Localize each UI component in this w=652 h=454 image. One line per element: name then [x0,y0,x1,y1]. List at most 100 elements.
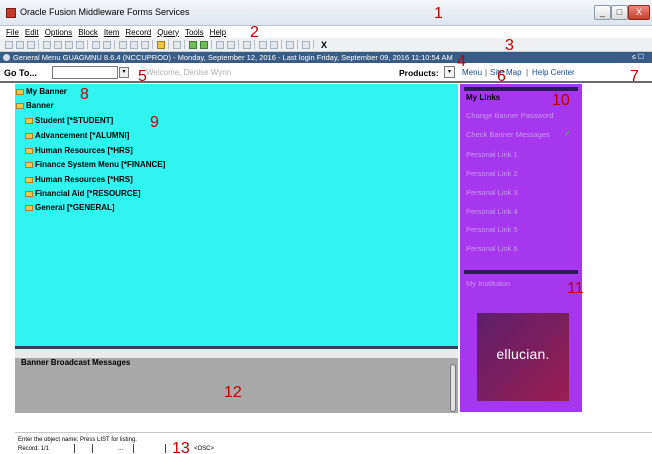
menu-edit[interactable]: Edit [25,28,39,37]
print-icon[interactable] [27,40,35,49]
menu-tree-panel: My Banner Banner Student [*STUDENT] Adva… [15,84,458,346]
form-icon [3,54,10,61]
personal-link-2[interactable]: Personal Link 2 [466,169,518,178]
annotation-number: 3 [505,37,514,54]
annotation-number: 1 [434,5,443,22]
annotation-number: 6 [497,68,506,85]
institution-bar [464,270,578,274]
form-window-controls[interactable]: ≤ ☐ [632,53,644,61]
folder-icon [16,102,24,109]
annotation-number: 13 [172,440,190,454]
menu-file[interactable]: File [6,28,19,37]
search-icon[interactable] [216,40,224,49]
tree-node-human-resources-2[interactable]: Human Resources [*HRS] [25,175,133,184]
annotation-number: 2 [250,24,259,41]
toolbar-divider [254,40,255,49]
duplicate-icon[interactable] [227,40,235,49]
flag-icon[interactable] [270,40,278,49]
tree-node-banner[interactable]: Banner [16,101,54,110]
menu-help[interactable]: Help [210,28,226,37]
personal-link-1[interactable]: Personal Link 1 [466,150,518,159]
folder-icon [25,190,33,197]
left-margin [0,84,15,454]
folder-icon [25,117,33,124]
form-title: General Menu GUAGMNU 8.6.4 (NCCUPROD) - … [13,53,453,62]
maximize-button[interactable]: □ [611,5,628,20]
options-icon[interactable] [157,40,165,49]
broadcast-header [15,349,458,358]
tree-node-label: Banner [26,101,54,110]
menu-item[interactable]: Item [104,28,120,37]
status-hint: Enter the object name; Press LIST for li… [18,437,137,443]
cancel-query-icon[interactable] [141,40,149,49]
check-messages-link[interactable]: Check Banner Messages [466,130,550,139]
form-titlebar: General Menu GUAGMNU 8.6.4 (NCCUPROD) - … [0,52,652,63]
tree-node-label: Human Resources [*HRS] [35,146,133,155]
list-icon[interactable] [173,40,181,49]
status-divider [74,444,75,453]
tree-node-financial-aid[interactable]: Financial Aid [*RESOURCE] [25,189,141,198]
check-icon: ✔ [564,129,571,138]
help-center-link[interactable]: Help Center [532,68,575,77]
minimize-button[interactable]: _ [594,5,611,20]
banner-screen: Oracle Fusion Middleware Forms Services … [0,0,652,454]
tree-node-finance[interactable]: Finance System Menu [*FINANCE] [25,160,165,169]
remove-record-icon[interactable] [54,40,62,49]
close-window-button[interactable]: X [628,5,650,20]
next-record-icon[interactable] [103,40,111,49]
personal-link-4[interactable]: Personal Link 4 [466,207,518,216]
personal-link-5[interactable]: Personal Link 5 [466,225,518,234]
products-dropdown-button[interactable]: ▾ [444,66,455,78]
tree-node-label: My Banner [26,87,67,96]
menu-query[interactable]: Query [157,28,179,37]
folder-icon [25,147,33,154]
tree-node-my-banner[interactable]: My Banner [16,87,67,96]
previous-record-icon[interactable] [92,40,100,49]
tree-node-human-resources[interactable]: Human Resources [*HRS] [25,146,133,155]
save-icon[interactable] [5,40,13,49]
link-divider: | [485,68,488,77]
execute-query-icon[interactable] [130,40,138,49]
rollback-icon[interactable] [16,40,24,49]
annotation-number: 10 [552,92,570,109]
toolbar-divider [313,40,314,49]
link-divider: | [526,68,529,77]
annotation-number: 8 [80,86,89,103]
add-icon[interactable] [243,40,251,49]
toolbar-divider [152,40,153,49]
tree-node-advancement[interactable]: Advancement [*ALUMNI] [25,131,129,140]
tree-node-general[interactable]: General [*GENERAL] [25,203,115,212]
document-icon[interactable] [189,40,197,49]
personal-link-3[interactable]: Personal Link 3 [466,188,518,197]
tree-node-student[interactable]: Student [*STUDENT] [25,116,113,125]
change-password-link[interactable]: Change Banner Password [466,111,554,120]
goto-input[interactable] [52,66,118,79]
insert-record-icon[interactable] [43,40,51,49]
goto-dropdown-button[interactable]: ▾ [119,67,129,78]
toolbar: X [0,38,652,52]
help-icon[interactable] [302,40,310,49]
personal-link-6[interactable]: Personal Link 6 [466,244,518,253]
goto-label: Go To... [4,68,37,78]
enter-query-icon[interactable] [119,40,127,49]
tree-node-label: Advancement [*ALUMNI] [35,131,130,140]
annotation-number: 4 [457,53,466,70]
my-institution-link[interactable]: My Institution [466,279,510,288]
attachment-icon[interactable] [200,40,208,49]
navigation-icon[interactable] [259,40,267,49]
record-indicator: Record: 1/1 [18,446,50,452]
menu-record[interactable]: Record [125,28,151,37]
broadcast-scrollbar[interactable] [450,364,456,412]
toolbar-divider [211,40,212,49]
status-divider [92,444,93,453]
links-top-bar [464,87,578,91]
previous-block-icon[interactable] [65,40,73,49]
menu-block[interactable]: Block [78,28,98,37]
window-titlebar: Oracle Fusion Middleware Forms Services … [0,0,652,26]
next-block-icon[interactable] [76,40,84,49]
exit-button[interactable]: X [321,40,327,50]
menu-options[interactable]: Options [45,28,73,37]
settings-icon[interactable] [286,40,294,49]
java-app-icon [6,8,16,18]
menu-tools[interactable]: Tools [185,28,204,37]
